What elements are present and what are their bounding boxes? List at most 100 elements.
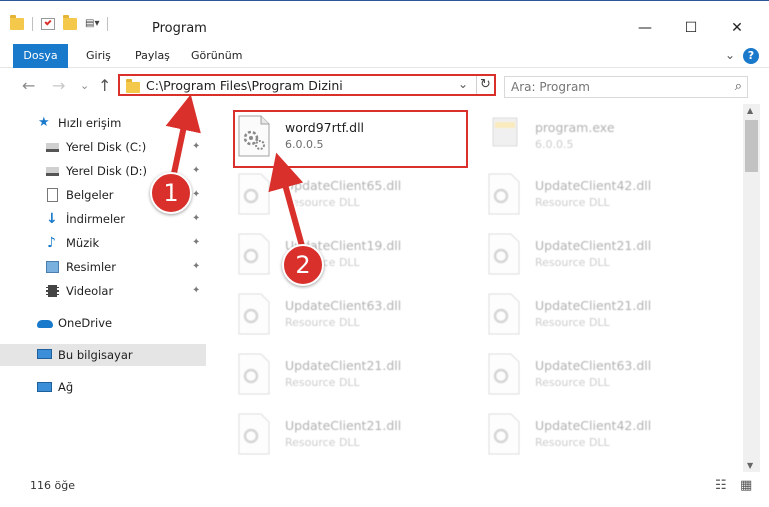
- pictures-icon: [46, 261, 59, 273]
- sidebar-item-label: OneDrive: [58, 316, 113, 330]
- pin-icon[interactable]: ✦: [192, 136, 200, 158]
- sidebar-item-this-pc[interactable]: Bu bilgisayar: [0, 344, 206, 366]
- file-tile[interactable]: UpdateClient21.dll Resource DLL: [235, 352, 471, 408]
- search-box[interactable]: ⌕: [504, 76, 748, 98]
- sidebar-item-label: Ağ: [58, 380, 74, 394]
- file-name: UpdateClient63.dll: [285, 298, 402, 313]
- minimize-button[interactable]: —: [622, 16, 668, 40]
- file-type: Resource DLL: [535, 436, 610, 449]
- dll-file-icon: [238, 293, 270, 335]
- file-type: Resource DLL: [535, 196, 610, 209]
- pin-icon[interactable]: ✦: [192, 232, 200, 254]
- address-bar[interactable]: C:\Program Files\Program Dizini ⌄ ↻: [118, 74, 496, 96]
- divider: [107, 17, 109, 31]
- scroll-down-icon[interactable]: ▼: [747, 461, 753, 470]
- dll-file-icon: [238, 413, 270, 455]
- expand-ribbon-icon[interactable]: ⌄: [725, 48, 735, 62]
- file-tile[interactable]: UpdateClient63.dll Resource DLL: [485, 352, 721, 408]
- details-view-icon[interactable]: ☷: [715, 478, 727, 493]
- file-type: Resource DLL: [285, 436, 360, 449]
- sidebar-item-label: Videolar: [66, 284, 114, 298]
- folder-icon: [126, 79, 140, 93]
- computer-icon: [37, 349, 52, 359]
- tab-share[interactable]: Paylaş: [125, 44, 180, 68]
- file-version: 6.0.0.5: [535, 138, 574, 151]
- dll-file-icon: [488, 293, 520, 335]
- file-tile[interactable]: UpdateClient21.dll Resource DLL: [485, 232, 721, 288]
- navigation-bar: ← → ⌄ ↑ C:\Program Files\Program Dizini …: [0, 68, 769, 104]
- document-icon: [47, 188, 58, 202]
- dll-file-icon: [238, 353, 270, 395]
- quick-access-toolbar: ▤▾: [10, 15, 109, 31]
- file-tile[interactable]: UpdateClient65.dll Resource DLL: [235, 172, 471, 228]
- address-path[interactable]: C:\Program Files\Program Dizini: [146, 78, 343, 93]
- scrollbar-thumb[interactable]: [745, 120, 758, 172]
- sidebar-item-label: Müzik: [66, 236, 100, 250]
- sidebar-item-label: Bu bilgisayar: [58, 348, 133, 362]
- sidebar-item-pictures[interactable]: Resimler ✦: [0, 256, 206, 278]
- sidebar-item-music[interactable]: ♪ Müzik ✦: [0, 232, 206, 254]
- file-type: Resource DLL: [285, 376, 360, 389]
- file-tile[interactable]: UpdateClient21.dll Resource DLL: [235, 412, 471, 468]
- folder-icon: [10, 15, 24, 30]
- sidebar-item-onedrive[interactable]: OneDrive: [0, 312, 206, 334]
- file-tile[interactable]: UpdateClient19.dll Resource DLL: [235, 232, 471, 288]
- back-button[interactable]: ←: [22, 76, 35, 95]
- file-tile[interactable]: UpdateClient63.dll Resource DLL: [235, 292, 471, 348]
- sidebar-item-videos[interactable]: Videolar ✦: [0, 280, 206, 302]
- file-name: UpdateClient21.dll: [285, 418, 402, 433]
- forward-button[interactable]: →: [52, 76, 65, 95]
- properties-icon[interactable]: [41, 18, 55, 30]
- search-icon[interactable]: ⌕: [735, 79, 742, 94]
- tab-home[interactable]: Giriş: [76, 44, 121, 68]
- item-count: 116 öğe: [30, 479, 75, 492]
- customize-qat-icon[interactable]: ▤▾: [85, 18, 99, 30]
- divider: [32, 17, 33, 31]
- recent-locations-button[interactable]: ⌄: [80, 79, 89, 92]
- ribbon-tabs: Dosya Giriş Paylaş Görünüm ⌄ ?: [0, 44, 769, 68]
- drive-icon: [46, 167, 59, 176]
- file-tile[interactable]: UpdateClient42.dll Resource DLL: [485, 172, 721, 228]
- navigation-pane: ★ Hızlı erişim Yerel Disk (C:) ✦ Yerel D…: [0, 104, 215, 474]
- dll-file-icon: [238, 233, 270, 275]
- vertical-scrollbar[interactable]: ▲ ▼: [743, 104, 760, 472]
- tab-file[interactable]: Dosya: [13, 44, 68, 68]
- up-button[interactable]: ↑: [98, 76, 111, 95]
- pin-icon[interactable]: ✦: [192, 208, 200, 230]
- refresh-button[interactable]: ↻: [476, 76, 494, 94]
- sidebar-item-quick-access[interactable]: ★ Hızlı erişim: [0, 112, 206, 134]
- close-button[interactable]: ✕: [714, 16, 760, 40]
- file-name: UpdateClient63.dll: [535, 358, 652, 373]
- maximize-button[interactable]: ☐: [668, 16, 714, 40]
- pin-icon[interactable]: ✦: [192, 160, 200, 182]
- address-dropdown-icon[interactable]: ⌄: [458, 77, 468, 91]
- file-highlight-box: [233, 110, 468, 168]
- music-icon: ♪: [47, 235, 56, 251]
- sidebar-item-network[interactable]: Ağ: [0, 376, 206, 398]
- new-folder-icon[interactable]: [63, 15, 77, 30]
- tiles-view-icon[interactable]: ▦: [740, 478, 752, 493]
- dll-file-icon: [488, 233, 520, 275]
- title-bar: ▤▾ Program — ☐ ✕: [0, 0, 769, 44]
- search-input[interactable]: [511, 80, 711, 94]
- cloud-icon: [37, 320, 53, 328]
- pin-icon[interactable]: ✦: [192, 256, 200, 278]
- help-icon[interactable]: ?: [743, 48, 759, 64]
- file-tile-program-exe[interactable]: program.exe 6.0.0.5: [485, 114, 721, 170]
- file-name: UpdateClient21.dll: [535, 238, 652, 253]
- file-tile[interactable]: UpdateClient21.dll Resource DLL: [485, 292, 721, 348]
- pin-icon[interactable]: ✦: [192, 280, 200, 302]
- network-icon: [37, 382, 52, 392]
- dll-file-icon: [488, 413, 520, 455]
- sidebar-item-label: Hızlı erişim: [58, 116, 122, 130]
- step-1-badge: 1: [150, 172, 192, 214]
- status-bar: 116 öğe ☷ ▦: [0, 476, 769, 496]
- tab-view[interactable]: Görünüm: [181, 44, 252, 68]
- star-icon: ★: [38, 115, 50, 130]
- file-tile[interactable]: UpdateClient42.dll Resource DLL: [485, 412, 721, 468]
- sidebar-item-label: İndirmeler: [66, 212, 125, 226]
- file-type: Resource DLL: [535, 376, 610, 389]
- pin-icon[interactable]: ✦: [192, 184, 200, 206]
- sidebar-item-local-disk-c[interactable]: Yerel Disk (C:) ✦: [0, 136, 206, 158]
- scroll-up-icon[interactable]: ▲: [747, 106, 753, 115]
